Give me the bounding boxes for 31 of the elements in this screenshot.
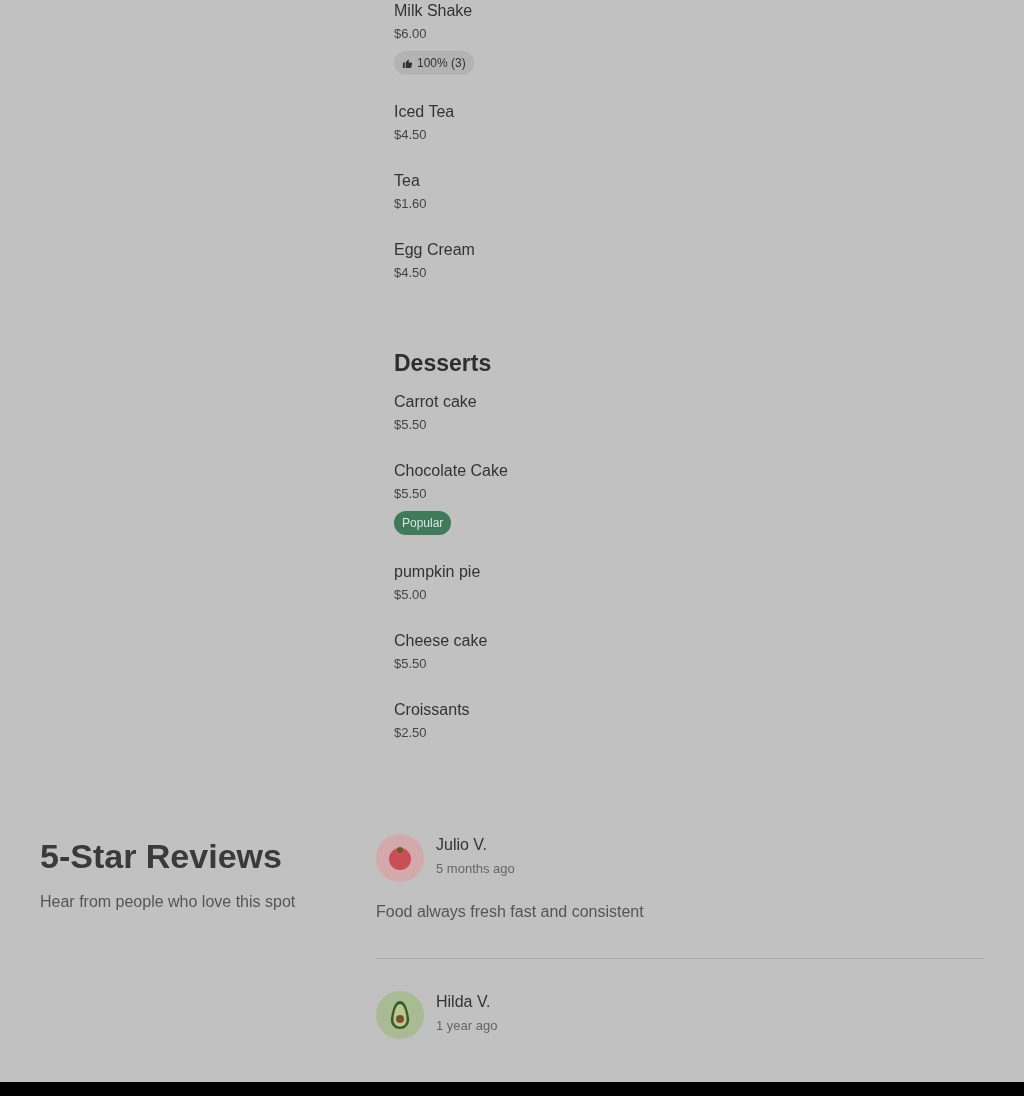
item-name[interactable]: pumpkin pie bbox=[394, 560, 481, 583]
item-price: $6.00 bbox=[394, 25, 427, 43]
item-price: $1.60 bbox=[394, 195, 427, 213]
reviewer-name: Julio V. bbox=[436, 834, 488, 855]
review-time: 1 year ago bbox=[436, 1016, 498, 1035]
rating-badge: 100% (3) bbox=[394, 51, 474, 75]
popular-badge: Popular bbox=[394, 510, 452, 535]
item-name[interactable]: Iced Tea bbox=[394, 101, 455, 123]
avocado-icon bbox=[390, 999, 410, 1030]
review-time: 5 months ago bbox=[436, 859, 515, 878]
item-price: $2.50 bbox=[394, 723, 427, 742]
thumbs-up-icon bbox=[402, 57, 413, 69]
reviewer-name: Hilda V. bbox=[436, 991, 492, 1012]
item-name[interactable]: Carrot cake bbox=[394, 390, 477, 413]
reviews-subtitle: Hear from people who love this spot bbox=[40, 891, 296, 912]
reviews-heading: 5-Star Reviews bbox=[40, 835, 282, 877]
item-name[interactable]: Cheese cake bbox=[394, 629, 488, 652]
item-name[interactable]: Tea bbox=[394, 170, 420, 192]
tomato-icon bbox=[387, 844, 413, 871]
item-price: $4.50 bbox=[394, 126, 427, 144]
item-price: $5.50 bbox=[394, 654, 427, 673]
item-name[interactable]: Chocolate Cake bbox=[394, 459, 508, 482]
item-price: $4.50 bbox=[394, 264, 427, 282]
item-price: $5.50 bbox=[394, 415, 427, 434]
item-name[interactable]: Egg Cream bbox=[394, 239, 475, 261]
review-text: Food always fresh fast and consistent bbox=[376, 901, 645, 922]
item-price: $5.00 bbox=[394, 585, 427, 604]
item-name[interactable]: Croissants bbox=[394, 698, 470, 721]
item-name[interactable]: Milk Shake bbox=[394, 0, 473, 22]
item-price: $5.50 bbox=[394, 484, 427, 503]
section-heading: Desserts bbox=[394, 349, 492, 378]
